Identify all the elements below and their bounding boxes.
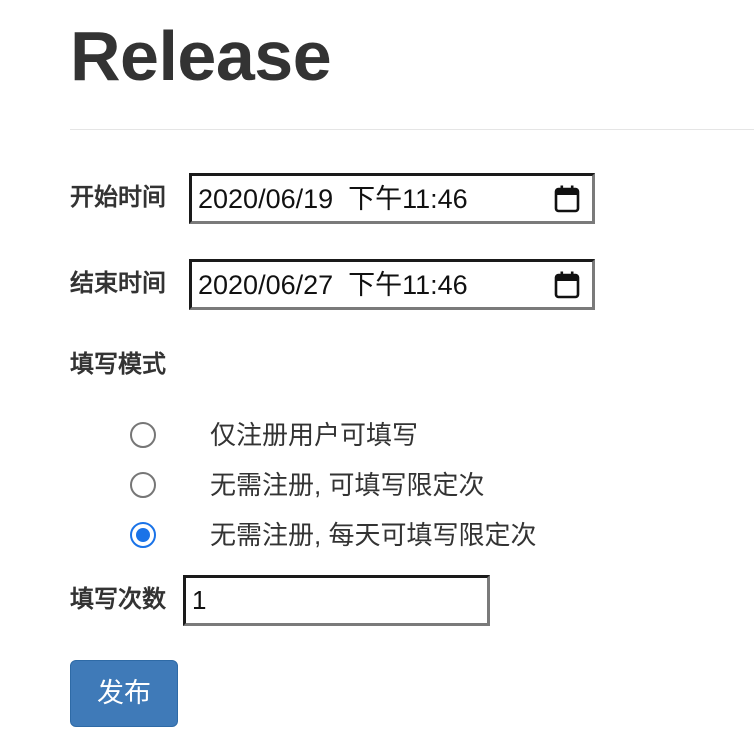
fill-count-label: 填写次数 xyxy=(70,586,166,613)
page-title: Release xyxy=(70,17,332,95)
start-time-label: 开始时间 xyxy=(70,184,166,211)
radio-daily-limited[interactable] xyxy=(130,522,156,548)
title-divider xyxy=(70,129,754,130)
end-time-input[interactable]: 2020/06/27 下午11:46 xyxy=(189,259,595,310)
radio-limited-times[interactable] xyxy=(130,472,156,498)
end-time-label: 结束时间 xyxy=(70,270,166,297)
fill-mode-label: 填写模式 xyxy=(70,351,166,378)
calendar-icon[interactable] xyxy=(554,271,580,299)
release-page: Release 开始时间 2020/06/19 下午11:46 结束时间 202… xyxy=(0,0,754,756)
calendar-icon[interactable] xyxy=(554,185,580,213)
start-time-input[interactable]: 2020/06/19 下午11:46 xyxy=(189,173,595,224)
radio-label[interactable]: 仅注册用户可填写 xyxy=(210,418,418,452)
radio-registered-only[interactable] xyxy=(130,422,156,448)
end-time-value: 2020/06/27 下午11:46 xyxy=(198,270,468,300)
publish-button[interactable]: 发布 xyxy=(70,660,178,727)
fill-count-input[interactable] xyxy=(183,575,490,626)
start-time-value: 2020/06/19 下午11:46 xyxy=(198,184,468,214)
radio-label[interactable]: 无需注册, 每天可填写限定次 xyxy=(210,518,536,552)
radio-label[interactable]: 无需注册, 可填写限定次 xyxy=(210,468,484,502)
